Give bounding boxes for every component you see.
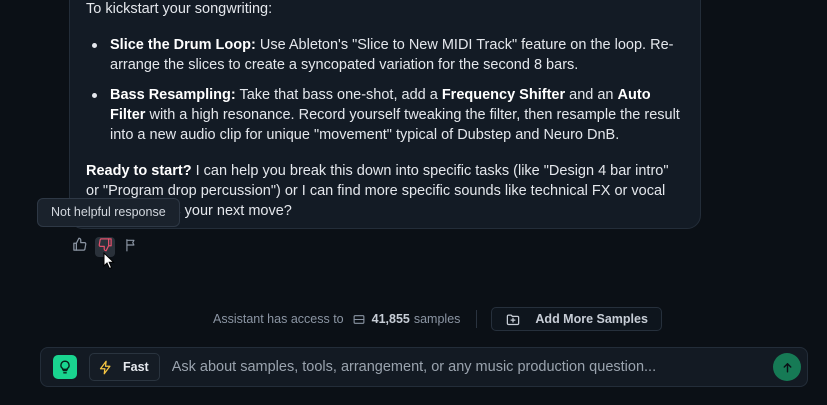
lightning-icon bbox=[98, 360, 113, 375]
assistant-message: To kickstart your songwriting: Slice the… bbox=[69, 0, 701, 229]
flag-icon bbox=[124, 238, 138, 257]
bullet-title: Bass Resampling: bbox=[110, 87, 236, 103]
samples-count: 41,855 bbox=[371, 312, 410, 326]
mode-selector-button[interactable]: Fast bbox=[89, 353, 160, 381]
add-more-samples-button[interactable]: Add More Samples bbox=[491, 307, 662, 331]
tooltip: Not helpful response bbox=[37, 198, 180, 227]
add-more-samples-label: Add More Samples bbox=[535, 312, 648, 326]
list-item: Bass Resampling: Take that bass one-shot… bbox=[92, 85, 684, 145]
list-item: Slice the Drum Loop: Use Ableton's "Slic… bbox=[92, 35, 684, 75]
mouse-cursor-icon bbox=[103, 251, 115, 275]
send-button[interactable] bbox=[773, 353, 801, 381]
samples-info: Assistant has access to 41,855 samples A… bbox=[213, 307, 662, 331]
message-bullet-list: Slice the Drum Loop: Use Ableton's "Slic… bbox=[86, 35, 684, 145]
samples-suffix: samples bbox=[413, 312, 461, 326]
bullet-text: and an bbox=[565, 87, 618, 103]
lightbulb-icon bbox=[58, 360, 72, 374]
bullet-bold: Frequency Shifter bbox=[441, 87, 566, 103]
flag-button[interactable] bbox=[121, 237, 141, 257]
thumbs-up-button[interactable] bbox=[69, 237, 89, 257]
folder-plus-icon bbox=[505, 312, 521, 327]
divider bbox=[476, 310, 478, 328]
chat-composer: Fast bbox=[40, 347, 808, 387]
ideas-button[interactable] bbox=[53, 355, 77, 379]
thumbs-up-icon bbox=[72, 237, 87, 257]
bullet-text: with a high resonance. Record yourself t… bbox=[110, 107, 680, 143]
bullet-title: Slice the Drum Loop: bbox=[110, 37, 256, 53]
mode-label: Fast bbox=[123, 360, 149, 374]
message-intro: To kickstart your songwriting: bbox=[86, 1, 273, 17]
chat-input[interactable] bbox=[171, 359, 773, 375]
database-icon bbox=[352, 313, 366, 326]
bullet-text: Take that bass one-shot, add a bbox=[235, 87, 442, 103]
samples-prefix: Assistant has access to bbox=[213, 312, 344, 326]
arrow-up-icon bbox=[781, 361, 794, 374]
closing-bold: Ready to start? bbox=[86, 163, 192, 179]
